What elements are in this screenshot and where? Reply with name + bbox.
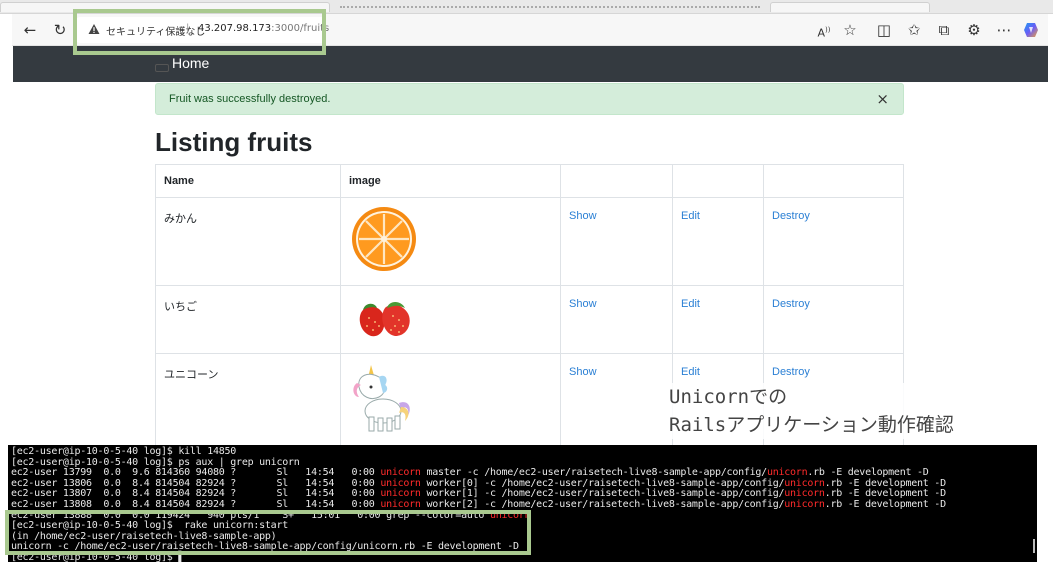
table-header-row: Name image <box>155 164 904 198</box>
strawberry-image <box>359 302 410 337</box>
annotation-caption: Unicornでの Railsアプリケーション動作確認 <box>669 383 954 439</box>
flash-notice-text: Fruit was successfully destroyed. <box>169 93 331 105</box>
tab-strip-dots <box>340 6 760 8</box>
terminal-text: ec2-user 13799 0.0 9.6 814360 94080 ? Sl… <box>11 467 381 479</box>
back-arrow-icon[interactable]: ← <box>20 20 40 40</box>
column-header-destroy <box>763 164 904 198</box>
terminal-text: .rb -E development -D <box>824 488 946 500</box>
terminal-match-highlight: unicorn <box>380 499 421 510</box>
more-icon[interactable]: ⋯ <box>994 20 1014 40</box>
terminal-match-highlight: unicorn <box>380 488 421 500</box>
terminal-text: .rb -E development -D <box>824 499 946 510</box>
read-aloud-icon[interactable]: A)) <box>814 20 834 40</box>
destroy-link-text[interactable]: Destroy <box>772 210 810 222</box>
unicorn-image <box>353 365 410 432</box>
terminal-match-highlight: unicorn <box>380 477 421 489</box>
show-link[interactable]: Show <box>560 285 673 354</box>
edit-link[interactable]: Edit <box>672 285 764 354</box>
terminal-text: worker[1] -c /home/ec2-user/raisetech-li… <box>420 488 785 500</box>
terminal-text: master -c /home/ec2-user/raisetech-live8… <box>420 467 767 479</box>
edit-link-text[interactable]: Edit <box>681 298 700 310</box>
terminal-text: ec2-user 13807 0.0 8.4 814504 82924 ? Sl… <box>11 488 381 500</box>
refresh-icon[interactable]: ↻ <box>50 20 70 40</box>
terminal-text: [ec2-user@ip-10-0-5-40 log]$ ps aux | gr… <box>11 456 300 468</box>
browser-tab[interactable] <box>770 2 930 12</box>
destroy-link-text[interactable]: Destroy <box>772 298 810 310</box>
terminal-line: [ec2-user@ip-10-0-5-40 log]$ kill 14850 <box>11 446 236 457</box>
address-highlight-box <box>73 9 326 55</box>
edit-link-text[interactable]: Edit <box>681 366 700 378</box>
close-icon[interactable]: × <box>876 90 889 108</box>
orange-image <box>352 207 416 271</box>
terminal-match-highlight: unicorn <box>380 467 421 479</box>
column-header-edit <box>672 164 764 198</box>
destroy-link[interactable]: Destroy <box>763 285 904 354</box>
extensions-icon[interactable]: ⚙ <box>964 20 984 40</box>
caption-line-1: Unicornでの <box>669 386 788 408</box>
fruit-image-cell <box>340 285 561 354</box>
nav-home-link[interactable]: Home <box>172 55 209 71</box>
terminal-line: ec2-user 13799 0.0 9.6 814360 94080 ? Sl… <box>11 467 929 478</box>
column-header-show <box>560 164 673 198</box>
terminal-text: ec2-user 13808 0.0 8.4 814504 82924 ? Sl… <box>11 499 381 510</box>
destroy-link-text[interactable]: Destroy <box>772 366 810 378</box>
show-link[interactable]: Show <box>560 353 673 449</box>
destroy-link[interactable]: Destroy <box>763 197 904 286</box>
terminal-match-highlight: unicorn <box>784 488 825 500</box>
collections-icon[interactable]: ⧉ <box>934 20 954 40</box>
favorite-star-icon[interactable]: ☆ <box>840 20 860 40</box>
fruit-name: いちご <box>155 285 341 354</box>
terminal-match-highlight: unicorn <box>784 477 825 489</box>
fruit-name: ユニコーン <box>155 353 341 449</box>
terminal-line: ec2-user 13807 0.0 8.4 814504 82924 ? Sl… <box>11 488 946 499</box>
show-link-text[interactable]: Show <box>569 298 597 310</box>
terminal-text: ec2-user 13806 0.0 8.4 814504 82924 ? Sl… <box>11 477 381 489</box>
edit-link-text[interactable]: Edit <box>681 210 700 222</box>
show-link-text[interactable]: Show <box>569 210 597 222</box>
terminal-text: worker[2] -c /home/ec2-user/raisetech-li… <box>420 499 785 510</box>
column-header-image: image <box>340 164 561 198</box>
column-header-name: Name <box>155 164 341 198</box>
page-title: Listing fruits <box>155 127 313 157</box>
terminal-text: [ec2-user@ip-10-0-5-40 log]$ kill 14850 <box>11 446 237 457</box>
table-row: みかん Show Edit Destroy <box>155 197 904 286</box>
copilot-icon[interactable] <box>1022 21 1040 39</box>
show-link[interactable]: Show <box>560 197 673 286</box>
caption-line-2: Railsアプリケーション動作確認 <box>669 414 954 436</box>
table-row: いちご Show Edit Destroy <box>155 285 904 354</box>
terminal-line: [ec2-user@ip-10-0-5-40 log]$ ps aux | gr… <box>11 457 300 468</box>
fruit-name: みかん <box>155 197 341 286</box>
terminal-match-highlight: unicorn <box>784 499 825 510</box>
favorites-list-icon[interactable]: ✩ <box>904 20 924 40</box>
terminal-match-highlight: unicorn <box>766 467 808 479</box>
split-screen-icon[interactable]: ◫ <box>874 20 894 40</box>
terminal-line: ec2-user 13808 0.0 8.4 814504 82924 ? Sl… <box>11 499 946 510</box>
command-highlight-box <box>5 510 531 555</box>
terminal-scrollbar[interactable] <box>1033 539 1035 553</box>
fruit-image-cell <box>340 197 561 286</box>
show-link-text[interactable]: Show <box>569 366 597 378</box>
fruit-image-cell <box>340 353 561 449</box>
terminal-text: .rb -E development -D <box>824 477 946 489</box>
terminal-line: ec2-user 13806 0.0 8.4 814504 82924 ? Sl… <box>11 478 946 489</box>
edit-link[interactable]: Edit <box>672 197 764 286</box>
navbar-toggler[interactable] <box>155 64 169 72</box>
flash-notice: Fruit was successfully destroyed. × <box>155 83 904 115</box>
terminal-text: .rb -E development -D <box>807 467 929 479</box>
terminal-text: worker[0] -c /home/ec2-user/raisetech-li… <box>420 477 785 489</box>
